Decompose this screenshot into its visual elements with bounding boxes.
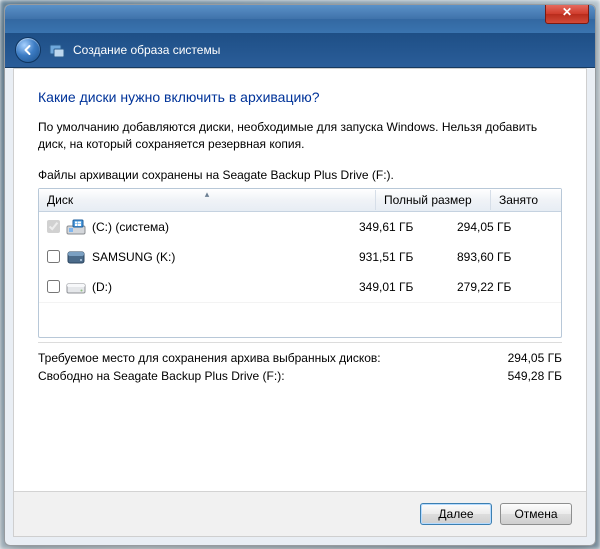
close-icon: ✕: [562, 5, 572, 19]
window-title: Создание образа системы: [73, 43, 220, 57]
summary-required-value: 294,05 ГБ: [508, 351, 562, 365]
wizard-window: ✕ Создание образа системы Какие диски ну…: [4, 4, 596, 546]
drive-label: SAMSUNG (K:): [92, 250, 175, 264]
drive-used-size: 279,22 ГБ: [457, 280, 553, 294]
column-header-disk[interactable]: Диск: [39, 190, 376, 210]
table-row-0[interactable]: (C:) (система) 349,61 ГБ 294,05 ГБ: [39, 212, 561, 242]
summary-free-label: Свободно на Seagate Backup Plus Drive (F…: [38, 369, 285, 383]
app-icon: [49, 42, 65, 58]
separator: [38, 342, 562, 343]
summary-required-label: Требуемое место для сохранения архива вы…: [38, 351, 381, 365]
table-empty-area: [39, 302, 561, 337]
next-button[interactable]: Далее: [420, 503, 492, 525]
drive-icon: [66, 248, 86, 266]
drive-label: (C:) (система): [92, 220, 169, 234]
drive-checkbox: [47, 220, 60, 233]
page-description: По умолчанию добавляются диски, необходи…: [38, 119, 562, 154]
drive-checkbox[interactable]: [47, 280, 60, 293]
drive-used-size: 294,05 ГБ: [457, 220, 553, 234]
drive-table: Диск Полный размер Занято (C:) (система)…: [38, 188, 562, 338]
drive-icon: [66, 218, 86, 236]
drive-total-size: 349,01 ГБ: [359, 280, 457, 294]
column-header-size[interactable]: Полный размер: [376, 190, 491, 210]
header-bar: Создание образа системы: [5, 33, 595, 68]
back-button[interactable]: [15, 37, 41, 63]
close-button[interactable]: ✕: [545, 4, 589, 24]
drive-checkbox[interactable]: [47, 250, 60, 263]
column-header-used[interactable]: Занято: [491, 190, 561, 210]
summary-free: Свободно на Seagate Backup Plus Drive (F…: [38, 369, 562, 383]
drive-total-size: 349,61 ГБ: [359, 220, 457, 234]
storage-location-line: Файлы архивации сохранены на Seagate Bac…: [38, 168, 562, 182]
client-area: Какие диски нужно включить в архивацию? …: [13, 68, 587, 537]
drive-icon: [66, 278, 86, 296]
table-header-row: Диск Полный размер Занято: [39, 189, 561, 212]
drive-label: (D:): [92, 280, 112, 294]
summary-free-value: 549,28 ГБ: [508, 369, 562, 383]
drive-used-size: 893,60 ГБ: [457, 250, 553, 264]
summary-required: Требуемое место для сохранения архива вы…: [38, 351, 562, 365]
back-arrow-icon: [22, 44, 34, 56]
table-row-2[interactable]: (D:) 349,01 ГБ 279,22 ГБ: [39, 272, 561, 302]
table-row-1[interactable]: SAMSUNG (K:) 931,51 ГБ 893,60 ГБ: [39, 242, 561, 272]
titlebar: ✕: [5, 5, 595, 33]
button-bar: Далее Отмена: [14, 491, 586, 536]
cancel-button[interactable]: Отмена: [500, 503, 572, 525]
drive-total-size: 931,51 ГБ: [359, 250, 457, 264]
page-heading: Какие диски нужно включить в архивацию?: [38, 89, 562, 105]
